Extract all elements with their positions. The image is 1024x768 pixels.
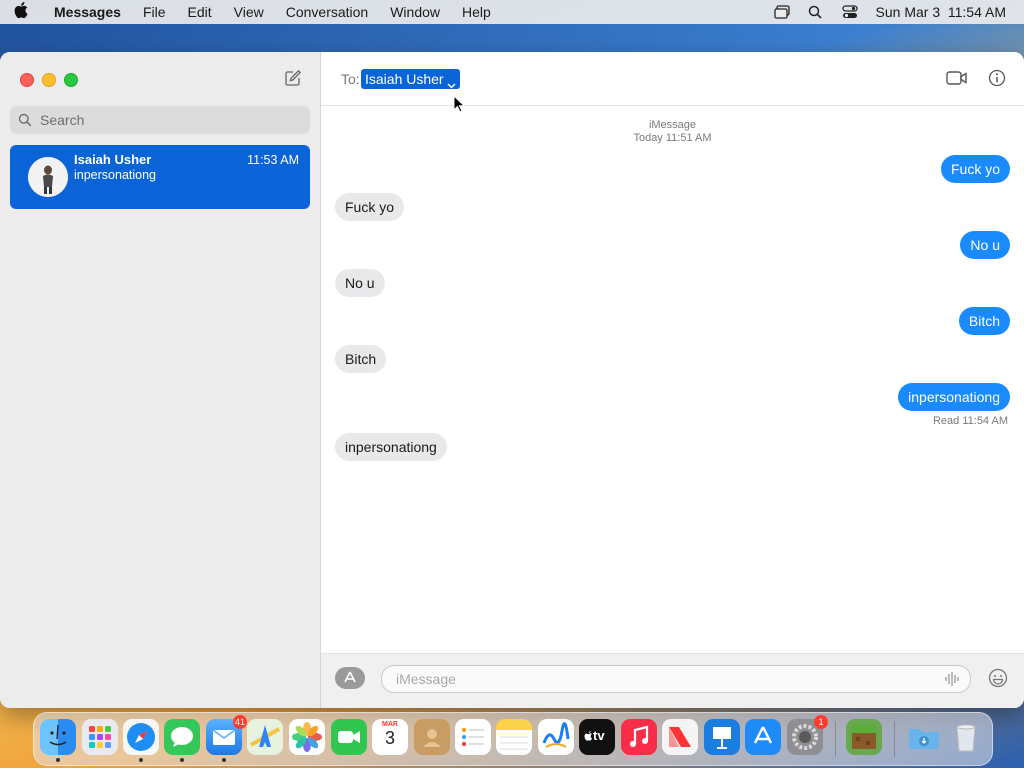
- dock-separator: [894, 721, 895, 757]
- downloads-folder-icon[interactable]: [906, 719, 942, 755]
- composer-bar: [321, 653, 1024, 708]
- search-icon: [18, 113, 32, 127]
- system-settings-icon[interactable]: 1: [787, 715, 828, 755]
- news-icon[interactable]: [662, 719, 698, 755]
- maps-icon[interactable]: [247, 719, 283, 755]
- notes-icon[interactable]: [496, 719, 532, 755]
- running-indicator: [180, 758, 184, 762]
- message-bubble-outgoing[interactable]: inpersonationg: [898, 383, 1010, 411]
- info-icon[interactable]: [988, 69, 1006, 87]
- settings-badge: 1: [814, 715, 828, 729]
- menu-conversation[interactable]: Conversation: [286, 4, 369, 20]
- menu-edit[interactable]: Edit: [188, 4, 212, 20]
- message-bubble-outgoing[interactable]: Fuck yo: [940, 155, 1010, 183]
- thread-timestamp: Today 11:51 AM: [633, 132, 712, 144]
- message-input[interactable]: [394, 670, 938, 688]
- apple-icon[interactable]: [14, 2, 42, 22]
- compose-icon[interactable]: [284, 69, 302, 87]
- conversation-header: To: Isaiah Usher: [321, 52, 1024, 106]
- sidebar: Isaiah Usher inpersonationg 11:53 AM: [0, 52, 321, 708]
- menu-bar-status: Sun Mar 3 11:54 AM: [773, 0, 1006, 24]
- control-center-icon[interactable]: [841, 5, 858, 19]
- running-indicator: [139, 758, 143, 762]
- mouse-cursor-icon: [453, 94, 466, 113]
- close-button[interactable]: [20, 73, 34, 87]
- messages-window: Isaiah Usher inpersonationg 11:53 AM To:…: [0, 52, 1024, 708]
- search-field[interactable]: [10, 106, 310, 134]
- apps-button[interactable]: [335, 667, 365, 689]
- calendar-month: MAR: [382, 721, 398, 728]
- music-icon[interactable]: [621, 719, 657, 755]
- reminders-icon[interactable]: [455, 719, 491, 755]
- conversation-time: 11:53 AM: [247, 153, 299, 167]
- keynote-icon[interactable]: [704, 719, 740, 755]
- service-label: iMessage: [648, 119, 697, 131]
- spotlight-search-icon[interactable]: [808, 5, 824, 19]
- message-bubble-incoming[interactable]: Fuck yo: [335, 193, 405, 221]
- calendar-icon[interactable]: MAR 3: [372, 719, 408, 755]
- mail-badge: 41: [233, 715, 247, 729]
- menu-help[interactable]: Help: [462, 4, 491, 20]
- contacts-icon[interactable]: [414, 719, 450, 755]
- mail-icon[interactable]: 41: [206, 715, 247, 755]
- avatar: [28, 157, 68, 197]
- dock-separator: [835, 721, 836, 757]
- facetime-video-icon[interactable]: [946, 70, 968, 86]
- safari-icon[interactable]: [123, 719, 159, 755]
- chevron-down-icon: [447, 76, 456, 89]
- running-indicator: [56, 758, 60, 762]
- minecraft-icon[interactable]: [846, 719, 882, 755]
- message-bubble-incoming[interactable]: Bitch: [335, 345, 387, 373]
- photos-icon[interactable]: [289, 719, 325, 755]
- minimize-button[interactable]: [42, 73, 56, 87]
- launchpad-icon[interactable]: [82, 719, 118, 755]
- conversation-pane: To: Isaiah Usher iMessage Today 11:51 AM…: [321, 52, 1024, 708]
- message-bubble-incoming[interactable]: No u: [335, 269, 385, 297]
- message-bubble-outgoing[interactable]: Bitch: [958, 307, 1010, 335]
- stage-manager-icon[interactable]: [773, 5, 790, 19]
- dock: 41 MAR 3 tv 1: [33, 712, 993, 766]
- facetime-icon[interactable]: [331, 719, 367, 755]
- message-input-field[interactable]: [381, 665, 971, 693]
- calendar-day: 3: [384, 728, 395, 748]
- menu-clock[interactable]: Sun Mar 3 11:54 AM: [876, 4, 1006, 20]
- thread-header: iMessage Today 11:51 AM: [321, 119, 1024, 145]
- tv-icon[interactable]: tv: [579, 719, 615, 755]
- messages-icon[interactable]: [164, 719, 200, 755]
- menu-file[interactable]: File: [143, 4, 166, 20]
- message-bubble-outgoing[interactable]: No u: [960, 231, 1010, 259]
- recipient-name: Isaiah Usher: [365, 71, 444, 87]
- read-receipt: Read 11:54 AM: [932, 415, 1008, 427]
- conversation-name: Isaiah Usher: [74, 152, 152, 167]
- menu-view[interactable]: View: [234, 4, 264, 20]
- menu-window[interactable]: Window: [390, 4, 440, 20]
- recipient-chip[interactable]: Isaiah Usher: [361, 69, 460, 89]
- window-controls: [20, 73, 78, 87]
- conversation-preview: inpersonationg: [74, 168, 157, 182]
- zoom-button[interactable]: [64, 73, 78, 87]
- conversation-item[interactable]: Isaiah Usher inpersonationg 11:53 AM: [10, 145, 310, 209]
- finder-icon[interactable]: [40, 719, 76, 755]
- message-bubble-incoming[interactable]: inpersonationg: [335, 433, 447, 461]
- search-input[interactable]: [38, 111, 292, 129]
- app-store-icon[interactable]: [745, 719, 781, 755]
- menu-bar: Messages File Edit View Conversation Win…: [0, 0, 1024, 24]
- menu-app-name[interactable]: Messages: [54, 4, 121, 20]
- running-indicator: [222, 758, 226, 762]
- to-label: To:: [341, 71, 360, 87]
- freeform-icon[interactable]: [538, 719, 574, 755]
- audio-waveform-icon[interactable]: [944, 671, 960, 687]
- trash-icon[interactable]: [948, 719, 984, 755]
- emoji-icon[interactable]: [988, 668, 1008, 688]
